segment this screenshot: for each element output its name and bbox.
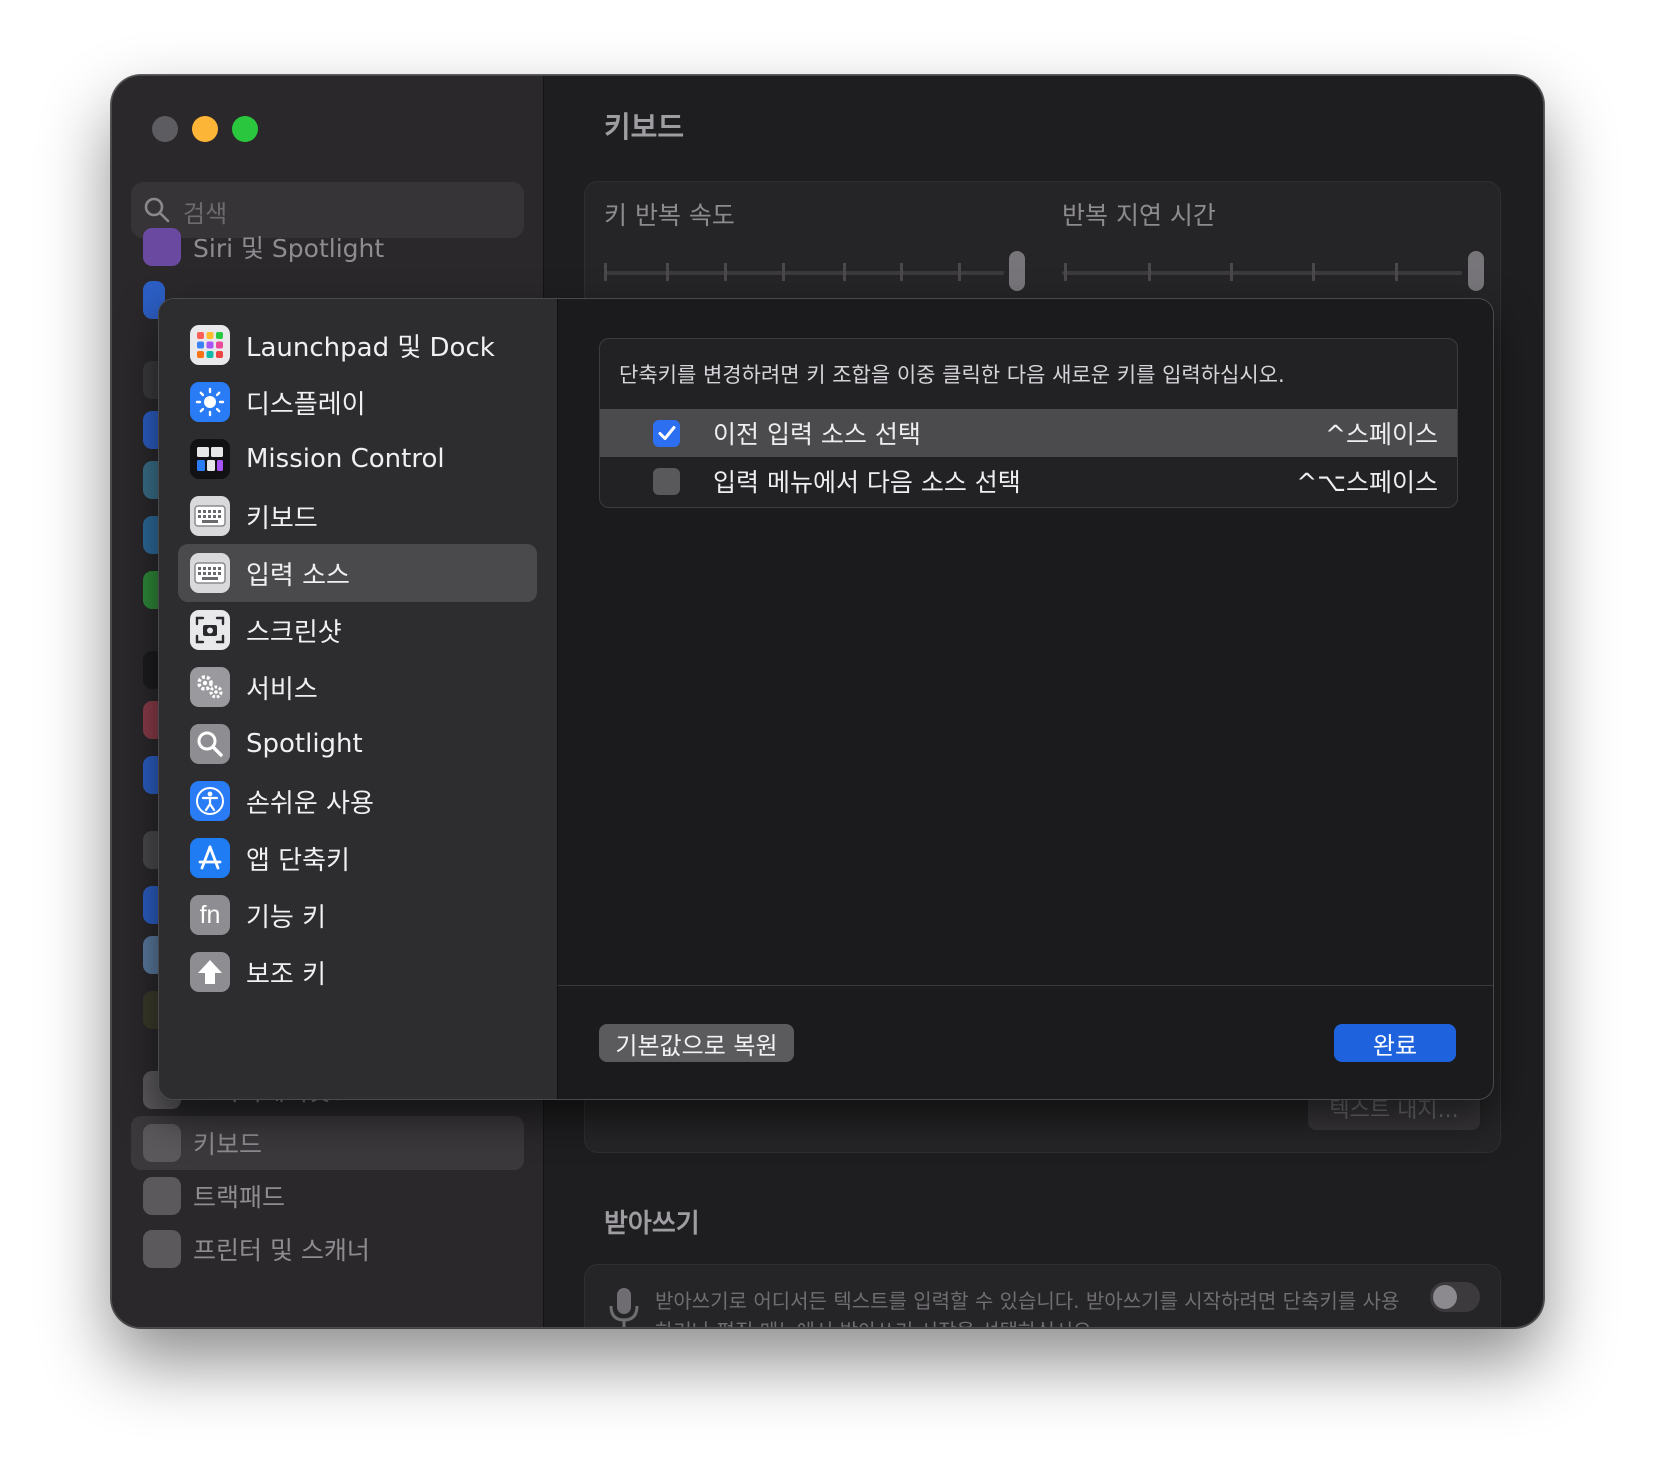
slider-tick xyxy=(1230,263,1233,281)
slider-tick xyxy=(724,263,727,281)
services-icon xyxy=(190,667,230,707)
key-repeat-label: 키 반복 속도 xyxy=(604,201,735,230)
slider-tick xyxy=(1312,263,1315,281)
shortcut-list-pane: 단축키를 변경하려면 키 조합을 이중 클릭한 다음 새로운 키를 입력하십시오… xyxy=(558,299,1493,1099)
shortcut-list: 단축키를 변경하려면 키 조합을 이중 클릭한 다음 새로운 키를 입력하십시오… xyxy=(599,338,1458,508)
shortcut-checkbox[interactable] xyxy=(653,419,680,447)
category-label: Spotlight xyxy=(246,729,363,759)
keyboard-shortcuts-sheet: Launchpad 및 Dock 디스플레이 Mission Control 키… xyxy=(158,298,1494,1100)
slider-tick xyxy=(782,263,785,281)
app-shortcuts-icon xyxy=(190,838,230,878)
category-label: 스크린샷 xyxy=(246,617,342,648)
slider-tick xyxy=(1064,263,1067,281)
sheet-divider xyxy=(558,985,1493,986)
category-input-sources[interactable]: 입력 소스 xyxy=(178,544,537,602)
repeat-delay-slider[interactable] xyxy=(1062,271,1462,275)
restore-defaults-button[interactable]: 기본값으로 복원 xyxy=(599,1024,794,1062)
mission-control-icon xyxy=(190,439,230,479)
keyboard-icon xyxy=(190,496,230,536)
shortcut-keys[interactable]: ^⌥스페이스 xyxy=(1296,463,1438,499)
category-mission-control[interactable]: Mission Control xyxy=(178,430,537,488)
category-screenshots[interactable]: 스크린샷 xyxy=(178,601,537,659)
sidebar-item-keyboard[interactable]: 키보드 xyxy=(131,1116,524,1170)
key-repeat-slider-knob[interactable] xyxy=(1009,251,1025,291)
category-display[interactable]: 디스플레이 xyxy=(178,373,537,431)
repeat-delay-label: 반복 지연 시간 xyxy=(1062,201,1216,230)
sidebar-item-label: 프린터 및 스캐너 xyxy=(193,1236,370,1265)
screenshot-icon xyxy=(190,610,230,650)
sidebar-item-label: Siri 및 Spotlight xyxy=(193,234,385,263)
keyboard-icon xyxy=(143,1124,181,1162)
slider-tick xyxy=(958,263,961,281)
sidebar-item-printers[interactable]: 프린터 및 스캐너 xyxy=(131,1222,524,1276)
category-label: 보조 키 xyxy=(246,959,327,990)
slider-tick xyxy=(900,263,903,281)
sidebar-item-siri-spotlight[interactable]: Siri 및 Spotlight xyxy=(131,220,524,274)
category-label: 디스플레이 xyxy=(246,389,366,420)
category-label: Launchpad 및 Dock xyxy=(246,332,495,363)
sidebar-item-label: 키보드 xyxy=(193,1130,263,1159)
slider-tick xyxy=(604,263,607,281)
fn-glyph: fn xyxy=(199,900,221,929)
dictation-toggle[interactable] xyxy=(1430,1282,1480,1312)
page-title: 키보드 xyxy=(604,110,685,144)
shortcut-checkbox[interactable] xyxy=(653,467,680,495)
shortcut-row[interactable]: 이전 입력 소스 선택 ^스페이스 xyxy=(600,409,1457,457)
category-label: 입력 소스 xyxy=(246,560,350,591)
category-label: 키보드 xyxy=(246,503,318,534)
category-app-shortcuts[interactable]: 앱 단축키 xyxy=(178,829,537,887)
shortcut-row[interactable]: 입력 메뉴에서 다음 소스 선택 ^⌥스페이스 xyxy=(600,457,1457,505)
shortcut-label: 이전 입력 소스 선택 xyxy=(713,420,921,449)
microphone-icon xyxy=(609,1288,639,1327)
accessibility-icon xyxy=(190,781,230,821)
dictation-description: 받아쓰기로 어디서든 텍스트를 입력할 수 있습니다. 받아쓰기를 시작하려면 … xyxy=(655,1289,1400,1327)
slider-tick xyxy=(1148,263,1151,281)
category-keyboard[interactable]: 키보드 xyxy=(178,487,537,545)
dictation-title: 받아쓰기 xyxy=(604,1209,700,1239)
sidebar-item-label: 트랙패드 xyxy=(193,1183,286,1212)
category-accessibility[interactable]: 손쉬운 사용 xyxy=(178,772,537,830)
spotlight-icon xyxy=(190,724,230,764)
input-sources-icon xyxy=(190,553,230,593)
checkmark-icon xyxy=(658,426,675,440)
shortcut-hint: 단축키를 변경하려면 키 조합을 이중 클릭한 다음 새로운 키를 입력하십시오… xyxy=(619,363,1285,387)
slider-tick xyxy=(1395,263,1398,281)
category-label: 손쉬운 사용 xyxy=(246,788,374,819)
shortcut-label: 입력 메뉴에서 다음 소스 선택 xyxy=(713,468,1021,497)
display-icon xyxy=(190,382,230,422)
category-spotlight[interactable]: Spotlight xyxy=(178,715,537,773)
system-settings-window: 검색 Siri 및 Spotlight 보기의에어팟3 키보드 트랙패드 xyxy=(111,75,1544,1328)
category-launchpad-dock[interactable]: Launchpad 및 Dock xyxy=(178,316,537,374)
slider-tick xyxy=(843,263,846,281)
category-function-keys[interactable]: fn 기능 키 xyxy=(178,886,537,944)
modifier-keys-icon xyxy=(190,952,230,992)
minimize-button[interactable] xyxy=(192,116,218,142)
shortcut-categories-sidebar: Launchpad 및 Dock 디스플레이 Mission Control 키… xyxy=(159,299,558,1099)
category-label: Mission Control xyxy=(246,444,445,474)
launchpad-icon xyxy=(190,325,230,365)
siri-icon xyxy=(143,228,181,266)
category-label: 서비스 xyxy=(246,674,318,705)
sidebar-item-trackpad[interactable]: 트랙패드 xyxy=(131,1169,524,1223)
printer-icon xyxy=(143,1230,181,1268)
category-modifier-keys[interactable]: 보조 키 xyxy=(178,943,537,1001)
category-services[interactable]: 서비스 xyxy=(178,658,537,716)
function-keys-icon: fn xyxy=(190,895,230,935)
shortcut-keys[interactable]: ^스페이스 xyxy=(1325,415,1438,451)
trackpad-icon xyxy=(143,1177,181,1215)
done-button[interactable]: 완료 xyxy=(1334,1024,1456,1062)
slider-tick xyxy=(666,263,669,281)
key-repeat-slider[interactable] xyxy=(604,271,1004,275)
repeat-delay-slider-knob[interactable] xyxy=(1468,251,1484,291)
close-button[interactable] xyxy=(152,116,178,142)
category-label: 기능 키 xyxy=(246,902,327,933)
category-label: 앱 단축키 xyxy=(246,845,350,876)
maximize-button[interactable] xyxy=(232,116,258,142)
